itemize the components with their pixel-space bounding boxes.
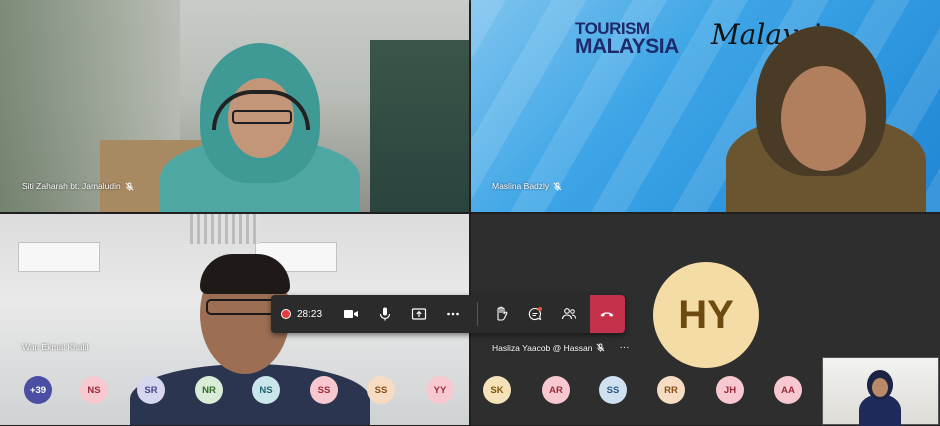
microphone-button[interactable] bbox=[368, 295, 402, 333]
recording-icon bbox=[281, 309, 291, 319]
recording-timer: 28:23 bbox=[271, 309, 334, 320]
ceiling-vent bbox=[190, 214, 260, 244]
participant-avatar-chip[interactable]: NS bbox=[80, 376, 108, 404]
divider bbox=[476, 302, 478, 326]
mic-off-icon bbox=[553, 181, 562, 191]
mic-off-icon bbox=[125, 181, 134, 191]
ceiling-light bbox=[18, 242, 100, 272]
participant-video-siti bbox=[140, 38, 380, 212]
self-view-person bbox=[859, 366, 901, 426]
participant-avatar-chip[interactable]: SS bbox=[599, 376, 627, 404]
self-view-video[interactable] bbox=[822, 357, 939, 426]
participants-icon bbox=[561, 308, 576, 320]
participant-avatar-chip[interactable]: RR bbox=[657, 376, 685, 404]
share-screen-button[interactable] bbox=[402, 295, 436, 333]
participant-name-label: Hasliza Yaacob @ Hassan ··· bbox=[492, 342, 629, 353]
leave-call-button[interactable] bbox=[589, 295, 625, 333]
participants-button[interactable] bbox=[552, 295, 586, 333]
tourism-malaysia-logo: TOURISM MALAYSIA bbox=[575, 19, 679, 58]
video-tile-maslina[interactable]: TOURISM MALAYSIA Malaysi Maslina Badzly bbox=[471, 0, 940, 212]
more-options-button[interactable]: ··· bbox=[619, 342, 629, 353]
microphone-icon bbox=[380, 307, 391, 321]
participant-avatar-chip[interactable]: SS bbox=[310, 376, 338, 404]
raise-hand-icon bbox=[497, 306, 507, 321]
participant-name-label: Maslina Badzly bbox=[492, 181, 562, 191]
avatar: HY bbox=[653, 262, 759, 368]
participant-avatar-chip[interactable]: NS bbox=[252, 376, 280, 404]
more-participants-count[interactable]: +39 bbox=[24, 376, 52, 404]
camera-icon bbox=[344, 310, 359, 318]
chat-button[interactable] bbox=[518, 295, 552, 333]
chat-icon bbox=[528, 307, 542, 321]
participant-name: Maslina Badzly bbox=[492, 181, 550, 191]
raise-hand-button[interactable] bbox=[484, 295, 518, 333]
participant-name: Siti Zaharah bt. Jamaludin bbox=[22, 181, 121, 191]
participant-avatar-chip[interactable]: SK bbox=[483, 376, 511, 404]
share-screen-icon bbox=[412, 308, 427, 320]
participant-avatar-chip[interactable]: AR bbox=[542, 376, 570, 404]
participant-name: Wan Ekmal Khalil bbox=[22, 342, 89, 352]
more-icon bbox=[447, 312, 460, 316]
more-actions-button[interactable] bbox=[436, 295, 470, 333]
participant-strip: +39 NS SR NR NS SS SS YY SK AR SS RR JH AA bbox=[0, 372, 820, 408]
camera-button[interactable] bbox=[334, 295, 368, 333]
meeting-control-bar: 28:23 bbox=[271, 295, 625, 333]
participant-name-label: Wan Ekmal Khalil bbox=[22, 342, 88, 352]
participant-video-maslina bbox=[726, 26, 926, 212]
participant-avatar-chip[interactable]: AA bbox=[774, 376, 802, 404]
participant-avatar-chip[interactable]: NR bbox=[195, 376, 223, 404]
participant-name-label: Siti Zaharah bt. Jamaludin bbox=[22, 181, 134, 191]
participant-avatar-chip[interactable]: YY bbox=[426, 376, 454, 404]
timer-text: 28:23 bbox=[297, 308, 323, 320]
background-shelf bbox=[370, 40, 469, 212]
participant-name: Hasliza Yaacob @ Hassan bbox=[492, 342, 593, 353]
participant-avatar-chip[interactable]: JH bbox=[716, 376, 744, 404]
mic-off-icon bbox=[597, 343, 605, 352]
hang-up-icon bbox=[600, 312, 614, 317]
participant-avatar-chip[interactable]: SR bbox=[137, 376, 165, 404]
video-tile-siti[interactable]: Siti Zaharah bt. Jamaludin bbox=[0, 0, 469, 212]
participant-avatar-chip[interactable]: SS bbox=[367, 376, 395, 404]
